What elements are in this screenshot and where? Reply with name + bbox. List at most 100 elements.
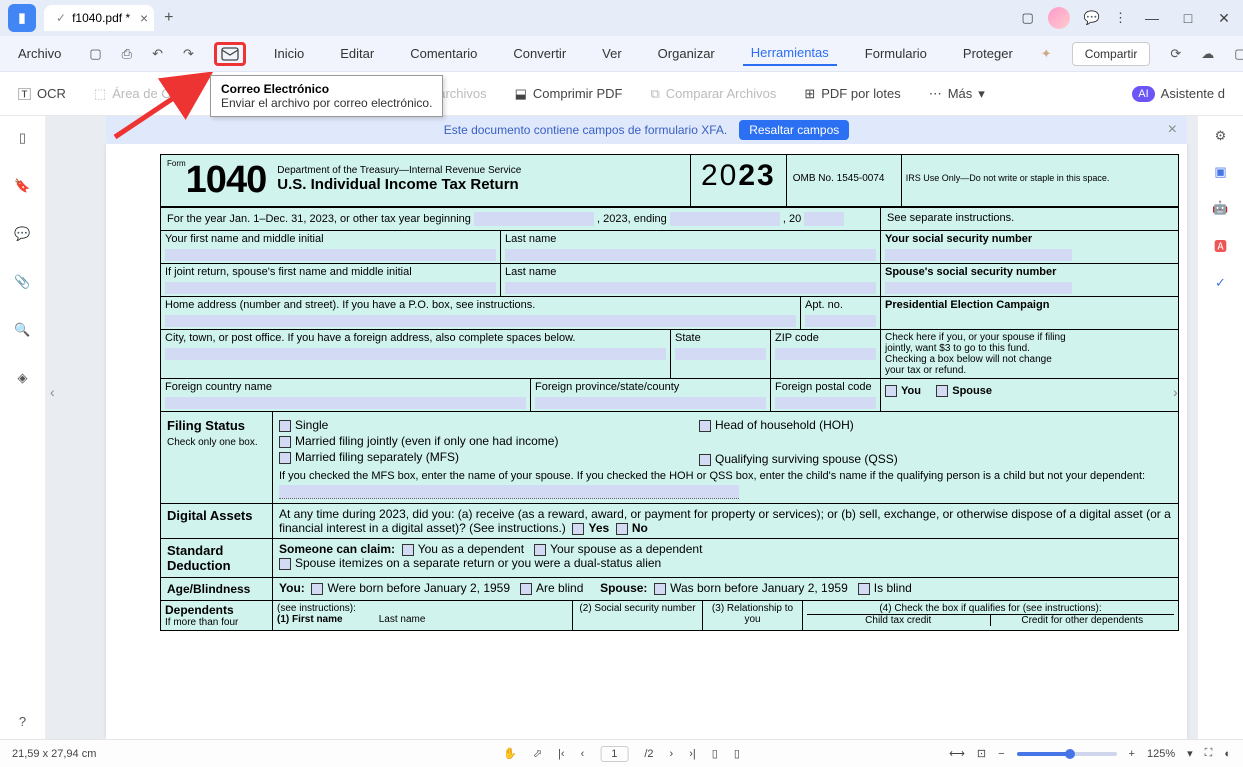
checkbox-you-blind[interactable] [520,583,532,595]
fit-page-icon[interactable]: ⊡ [977,747,986,760]
field-spouse-last[interactable] [505,282,876,294]
field-first-name[interactable] [165,249,496,261]
checkbox-you-dep[interactable] [402,544,414,556]
layers-icon[interactable]: ◈ [13,368,33,388]
menu-comentario[interactable]: Comentario [402,42,485,65]
comparar-button[interactable]: ⧉Comparar Archivos [650,86,776,102]
field-zip[interactable] [775,348,876,360]
field-address[interactable] [165,315,796,327]
field-apt[interactable] [805,315,876,327]
field-ssn[interactable] [885,249,1072,261]
cloud-icon[interactable]: ☁ [1201,46,1214,62]
checkbox-mfs[interactable] [279,452,291,464]
email-button[interactable] [214,42,246,66]
checkbox-qss[interactable] [699,454,711,466]
undo-icon[interactable]: ↶ [152,46,163,62]
resaltar-button[interactable]: Resaltar campos [739,120,849,140]
menu-archivo[interactable]: Archivo [10,42,69,65]
menu-ver[interactable]: Ver [594,42,630,65]
prev-page-arrow[interactable]: ‹ [50,384,70,404]
menu-herramientas[interactable]: Herramientas [743,41,837,66]
lotes-button[interactable]: ⊞PDF por lotes [804,86,900,102]
share-icon[interactable]: ⟳ [1170,46,1181,62]
first-page-icon[interactable]: |‹ [558,748,565,760]
translate-icon[interactable]: 🅰 [1214,236,1227,255]
field-state[interactable] [675,348,766,360]
ocr-button[interactable]: 🅃OCR [18,84,66,103]
field-spouse-first[interactable] [165,282,496,294]
field-mfs-name[interactable] [279,485,739,499]
zoom-out-icon[interactable]: − [998,748,1004,760]
menu-formulario[interactable]: Formulario [857,42,935,65]
widget-icon[interactable]: ▣ [1214,164,1226,180]
attachments-icon[interactable]: 📎 [13,272,33,292]
cont-view-icon[interactable]: ▯ [734,747,740,760]
field-year-end[interactable] [670,212,780,226]
menu-convertir[interactable]: Convertir [505,42,574,65]
comprimir-button[interactable]: ⬓Comprimir PDF [515,86,623,102]
checkbox-mfj[interactable] [279,436,291,448]
prev-page-icon[interactable]: ‹ [581,748,585,760]
next-page-icon[interactable]: › [670,748,674,760]
hand-tool-icon[interactable]: ✋ [503,747,517,760]
fit-width-icon[interactable]: ⟷ [949,747,965,760]
checkbox-single[interactable] [279,420,291,432]
bulb-icon[interactable]: ✦ [1041,46,1052,62]
menu-organizar[interactable]: Organizar [650,42,723,65]
next-page-arrow[interactable]: › [1173,384,1193,404]
close-tab-icon[interactable]: × [140,10,148,26]
zoom-value[interactable]: 125% [1147,748,1175,760]
field-year-yy[interactable] [804,212,844,226]
maximize-button[interactable]: □ [1177,10,1199,26]
asistente-button[interactable]: AIAsistente d [1132,86,1225,102]
redo-icon[interactable]: ↷ [183,46,194,62]
reader-icon[interactable]: ◐ [1224,748,1231,760]
search-icon[interactable]: 🔍 [13,320,33,340]
comments-icon[interactable]: 💬 [13,224,33,244]
kebab-icon[interactable]: ⋮ [1114,10,1127,26]
checkbox-da-yes[interactable] [572,523,584,535]
xfa-close-icon[interactable]: × [1168,121,1177,139]
box-icon[interactable]: ▢ [1234,46,1243,62]
menu-proteger[interactable]: Proteger [955,42,1021,65]
menu-inicio[interactable]: Inicio [266,42,312,65]
avatar[interactable] [1048,7,1070,29]
close-window-button[interactable]: ✕ [1213,10,1235,27]
checkbox-pec-you[interactable] [885,385,897,397]
app-icon[interactable]: ▮ [8,4,36,32]
last-page-icon[interactable]: ›| [689,748,696,760]
bookmarks-icon[interactable]: 🔖 [13,176,33,196]
single-view-icon[interactable]: ▯ [712,747,718,760]
mas-button[interactable]: ⋯Más ▾ [929,86,985,102]
save-icon[interactable]: ▢ [89,46,101,62]
checkbox-pec-spouse[interactable] [936,385,948,397]
ai-chat-icon[interactable]: 🤖 [1212,200,1228,216]
field-spouse-ssn[interactable] [885,282,1072,294]
zoom-slider[interactable] [1017,752,1117,756]
add-tab-button[interactable]: + [164,9,173,27]
help-icon[interactable]: ? [13,711,33,731]
checkbox-you-born[interactable] [311,583,323,595]
checkbox-da-no[interactable] [616,523,628,535]
menu-editar[interactable]: Editar [332,42,382,65]
checkbox-spouse-blind[interactable] [858,583,870,595]
minimize-button[interactable]: — [1141,10,1163,26]
zoom-in-icon[interactable]: + [1129,748,1135,760]
checkbox-spouse-born[interactable] [654,583,666,595]
field-year-begin[interactable] [474,212,594,226]
compartir-button[interactable]: Compartir [1072,42,1151,66]
checkbox-spouse-item[interactable] [279,558,291,570]
field-fcountry[interactable] [165,397,526,409]
select-tool-icon[interactable]: ⬀ [533,747,542,760]
page-input[interactable]: 1 [600,746,628,762]
settings-icon[interactable]: ⚙ [1215,128,1227,144]
field-last-name[interactable] [505,249,876,261]
thumbnails-icon[interactable]: ▯ [13,128,33,148]
fullscreen-icon[interactable]: ⛶ [1205,747,1213,760]
panel-icon[interactable]: ▢ [1022,10,1034,26]
document-tab[interactable]: ✓ f1040.pdf * × [44,5,154,31]
chat-icon[interactable]: 💬 [1084,10,1100,26]
field-city[interactable] [165,348,666,360]
field-fpostal[interactable] [775,397,876,409]
field-fprov[interactable] [535,397,766,409]
